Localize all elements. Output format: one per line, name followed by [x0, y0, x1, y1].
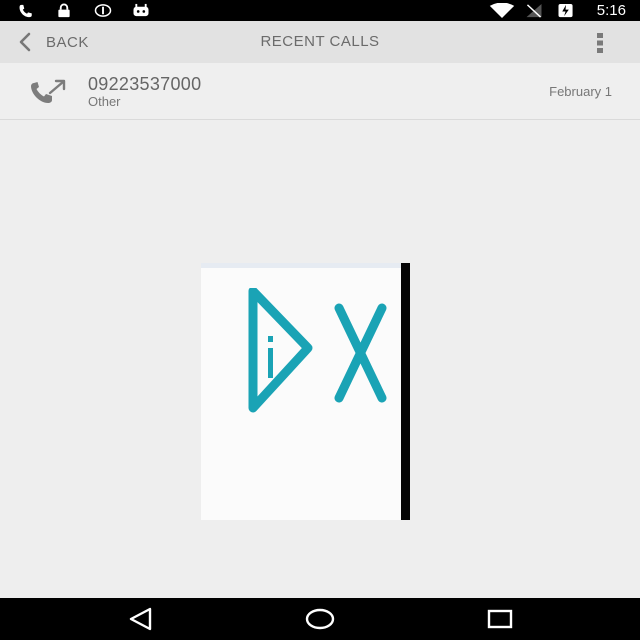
call-number: 09223537000	[88, 74, 202, 94]
back-label: BACK	[46, 33, 89, 51]
back-triangle-icon[interactable]	[121, 606, 161, 632]
more-vert-icon	[597, 33, 603, 53]
lock-icon	[58, 3, 70, 18]
back-button[interactable]: BACK	[18, 21, 128, 63]
close-x-icon[interactable]	[333, 303, 388, 403]
toolbar: BACK RECENT CALLS	[0, 21, 640, 63]
android-icon	[133, 3, 149, 17]
image-border	[401, 263, 410, 520]
ad-image[interactable]	[201, 263, 410, 520]
recents-square-icon[interactable]	[480, 606, 520, 632]
circle-icon	[94, 4, 112, 17]
phone-icon	[19, 4, 32, 18]
status-time: 5:16	[596, 2, 626, 19]
wifi-icon	[489, 3, 515, 18]
overflow-menu-button[interactable]	[590, 32, 610, 54]
home-circle-icon[interactable]	[300, 606, 340, 632]
signal-icon	[526, 3, 542, 18]
call-log-item[interactable]: 09223537000 Other February 1	[0, 63, 640, 120]
image-top-strip	[201, 263, 401, 268]
call-date: February 1	[549, 84, 612, 99]
outgoing-call-icon	[31, 79, 66, 103]
call-type: Other	[88, 94, 121, 109]
nav-bar	[0, 598, 640, 640]
battery-charging-icon	[558, 3, 573, 18]
status-bar: 5:16	[0, 0, 640, 21]
play-logo-icon	[248, 288, 313, 413]
chevron-left-icon	[19, 32, 31, 52]
